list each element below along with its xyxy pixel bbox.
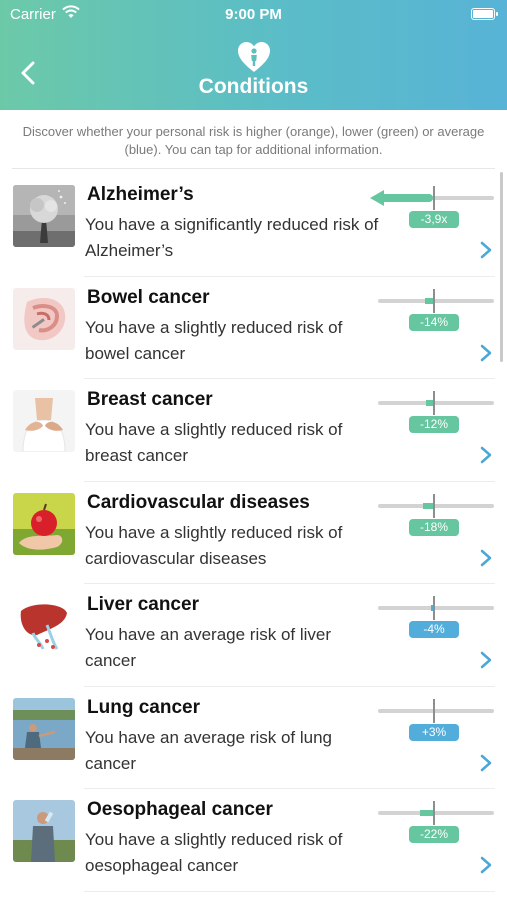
meter-center-mark xyxy=(433,698,435,723)
risk-badge: -14% xyxy=(409,313,459,331)
condition-title: Liver cancer xyxy=(87,594,199,615)
meter-center-mark xyxy=(433,391,435,415)
meter-track xyxy=(378,708,494,713)
meter-center-mark xyxy=(433,596,435,620)
person-by-lake-image xyxy=(13,697,75,760)
condition-description: You have a slightly reduced risk of brea… xyxy=(85,420,343,465)
risk-meter: -18% xyxy=(378,493,494,536)
meter-fill xyxy=(422,502,433,509)
chevron-right-icon[interactable] xyxy=(478,855,494,875)
apple-in-hand-image xyxy=(13,492,75,555)
battery-icon xyxy=(471,8,498,20)
condition-description: You have a slightly reduced risk of oeso… xyxy=(85,830,343,875)
meter-fill xyxy=(426,400,433,406)
condition-row-oesophageal-cancer[interactable]: Oesophageal cancer You have a slightly r… xyxy=(0,789,507,892)
risk-meter: +3% xyxy=(378,698,494,741)
conditions-list: Alzheimer’s You have a significantly red… xyxy=(0,174,507,892)
divider xyxy=(12,168,495,169)
chevron-right-icon[interactable] xyxy=(478,650,494,670)
status-bar: Carrier 9:00 PM xyxy=(0,0,507,30)
chevron-right-icon[interactable] xyxy=(478,445,494,465)
risk-meter: -12% xyxy=(378,391,494,433)
condition-row-bowel-cancer[interactable]: Bowel cancer You have a slightly reduced… xyxy=(0,277,507,379)
scrollbar[interactable] xyxy=(500,172,503,362)
risk-badge: -4% xyxy=(409,621,459,638)
condition-row-lung-cancer[interactable]: Lung cancer You have an average risk of … xyxy=(0,687,507,789)
divider xyxy=(84,890,495,892)
condition-description: You have a slightly reduced risk of bowe… xyxy=(85,317,343,363)
liver-illustration-image xyxy=(13,595,75,657)
condition-title: Alzheimer’s xyxy=(87,184,194,205)
bowel-anatomy-image xyxy=(13,287,75,350)
condition-row-breast-cancer[interactable]: Breast cancer You have a slightly reduce… xyxy=(0,379,507,482)
condition-row-alzheimers[interactable]: Alzheimer’s You have a significantly red… xyxy=(0,174,507,277)
meter-track xyxy=(378,503,494,508)
condition-title: Cardiovascular diseases xyxy=(87,491,310,513)
meter-fill xyxy=(420,810,433,816)
man-drinking-image xyxy=(13,800,75,862)
tree-head-image xyxy=(13,185,75,247)
condition-description: You have an average risk of lung cancer xyxy=(85,727,332,773)
arrow-left-icon xyxy=(369,190,384,206)
meter-center-mark xyxy=(433,186,435,210)
meter-track xyxy=(378,606,494,610)
chevron-right-icon[interactable] xyxy=(478,240,494,260)
condition-description: You have an average risk of liver cancer xyxy=(85,625,332,670)
navigation-header: Carrier 9:00 PM Conditions xyxy=(0,0,507,110)
chevron-right-icon[interactable] xyxy=(478,548,494,568)
risk-meter: -22% xyxy=(378,801,494,843)
meter-fill xyxy=(424,297,433,304)
meter-center-mark xyxy=(433,493,435,518)
meter-track xyxy=(378,401,494,405)
heart-person-icon xyxy=(236,40,272,74)
condition-title: Bowel cancer xyxy=(87,286,210,308)
status-time: 9:00 PM xyxy=(225,6,282,23)
risk-badge: -22% xyxy=(409,826,459,843)
condition-title: Oesophageal cancer xyxy=(87,799,273,820)
condition-title: Breast cancer xyxy=(87,389,213,410)
meter-fill xyxy=(377,194,433,202)
risk-badge: -3,9x xyxy=(409,211,459,228)
meter-track xyxy=(378,298,494,303)
risk-badge: +3% xyxy=(409,723,459,741)
risk-badge: -12% xyxy=(409,416,459,433)
risk-meter: -3,9x xyxy=(369,186,494,228)
condition-title: Lung cancer xyxy=(87,696,200,718)
hands-on-chest-image xyxy=(13,390,75,452)
risk-meter: -4% xyxy=(378,596,494,638)
risk-badge: -18% xyxy=(409,518,459,536)
meter-center-mark xyxy=(433,801,435,825)
page-title: Conditions xyxy=(198,75,309,98)
chevron-right-icon[interactable] xyxy=(478,753,494,773)
condition-description: You have a slightly reduced risk of card… xyxy=(85,522,343,568)
chevron-right-icon[interactable] xyxy=(478,343,494,363)
condition-row-cardiovascular-diseases[interactable]: Cardiovascular diseases You have a sligh… xyxy=(0,482,507,584)
condition-row-liver-cancer[interactable]: Liver cancer You have an average risk of… xyxy=(0,584,507,687)
meter-track xyxy=(378,811,494,815)
condition-description: You have a significantly reduced risk of… xyxy=(85,215,379,260)
meter-center-mark xyxy=(433,288,435,313)
risk-meter: -14% xyxy=(378,288,494,331)
intro-text: Discover whether your personal risk is h… xyxy=(22,124,485,157)
